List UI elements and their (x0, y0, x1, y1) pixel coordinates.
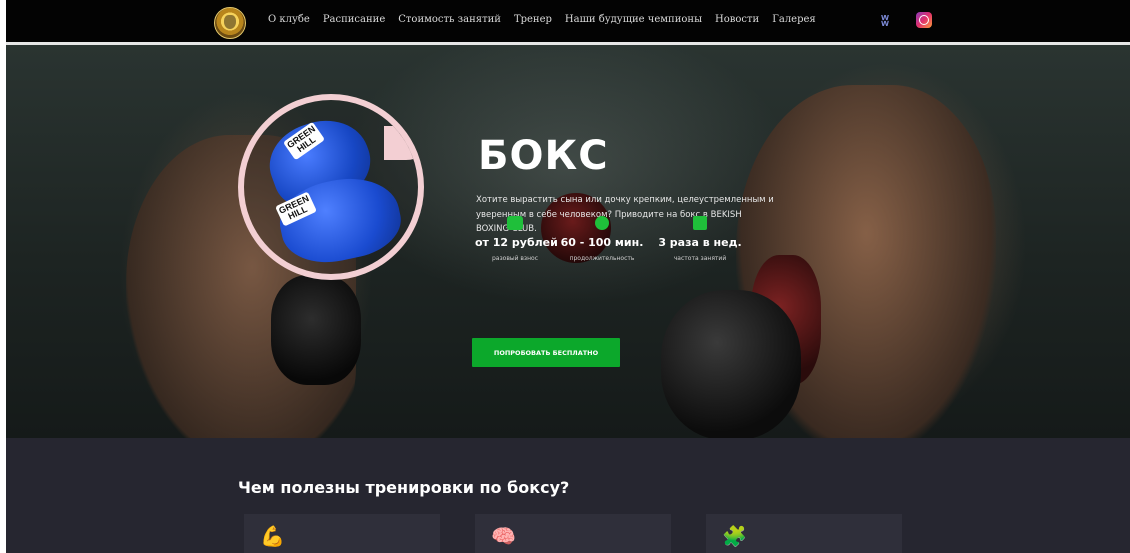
menu-item-schedule[interactable]: Расписание (323, 14, 385, 25)
benefit-card: 🧩 (706, 514, 902, 553)
stat-frequency-value: 3 раза в нед. (658, 236, 742, 249)
try-free-button[interactable]: ПОПРОБОВАТЬ БЕСПЛАТНО (472, 338, 620, 367)
top-navbar: О клубе Расписание Стоимость занятий Тре… (6, 0, 1130, 45)
menu-item-champions[interactable]: Наши будущие чемпионы (565, 14, 702, 25)
instagram-icon[interactable] (916, 12, 932, 28)
benefit-card: 💪 (244, 514, 440, 553)
club-logo[interactable] (214, 7, 246, 39)
stat-duration: 60 - 100 мин. продолжительность (556, 216, 648, 262)
benefits-section: Чем полезны тренировки по боксу? 💪 🧠 🧩 (6, 438, 1130, 553)
stat-price: от 12 рублей разовый взнос (475, 216, 558, 262)
stat-price-caption: разовый взнос (491, 255, 539, 262)
stat-duration-value: 60 - 100 мин. (560, 236, 644, 249)
hero-title: БОКС (478, 133, 609, 179)
benefits-title: Чем полезны тренировки по боксу? (238, 478, 570, 497)
menu-item-about[interactable]: О клубе (268, 14, 310, 25)
stat-price-value: от 12 рублей (475, 236, 558, 249)
page: О клубе Расписание Стоимость занятий Тре… (6, 0, 1130, 553)
menu-item-prices[interactable]: Стоимость занятий (398, 14, 501, 25)
stat-frequency: 3 раза в нед. частота занятий (656, 216, 744, 262)
menu-item-news[interactable]: Новости (715, 14, 759, 25)
benefit-card: 🧠 (475, 514, 671, 553)
calendar-icon (693, 216, 707, 230)
puzzle-icon: 🧩 (722, 524, 747, 548)
black-glove-right (661, 290, 801, 438)
brain-icon: 🧠 (491, 524, 516, 548)
menu-item-coach[interactable]: Тренер (514, 14, 552, 25)
hero-stats: от 12 рублей разовый взнос 60 - 100 мин.… (6, 216, 1130, 276)
menu-item-gallery[interactable]: Галерея (772, 14, 815, 25)
muscle-arm-icon: 💪 (260, 524, 285, 548)
hero-section: GREEN HILL GREEN HILL БОКС Хотите вырастит… (6, 45, 1130, 438)
circle-accent (384, 126, 418, 160)
stat-frequency-caption: частота занятий (673, 255, 727, 262)
black-glove-left (271, 275, 361, 385)
wallet-icon (507, 216, 523, 230)
logo-emblem (224, 15, 236, 29)
clock-icon (595, 216, 609, 230)
vk-icon[interactable]: ʬ (881, 13, 889, 30)
stat-duration-caption: продолжительность (569, 255, 635, 262)
main-menu: О клубе Расписание Стоимость занятий Тре… (268, 14, 829, 25)
